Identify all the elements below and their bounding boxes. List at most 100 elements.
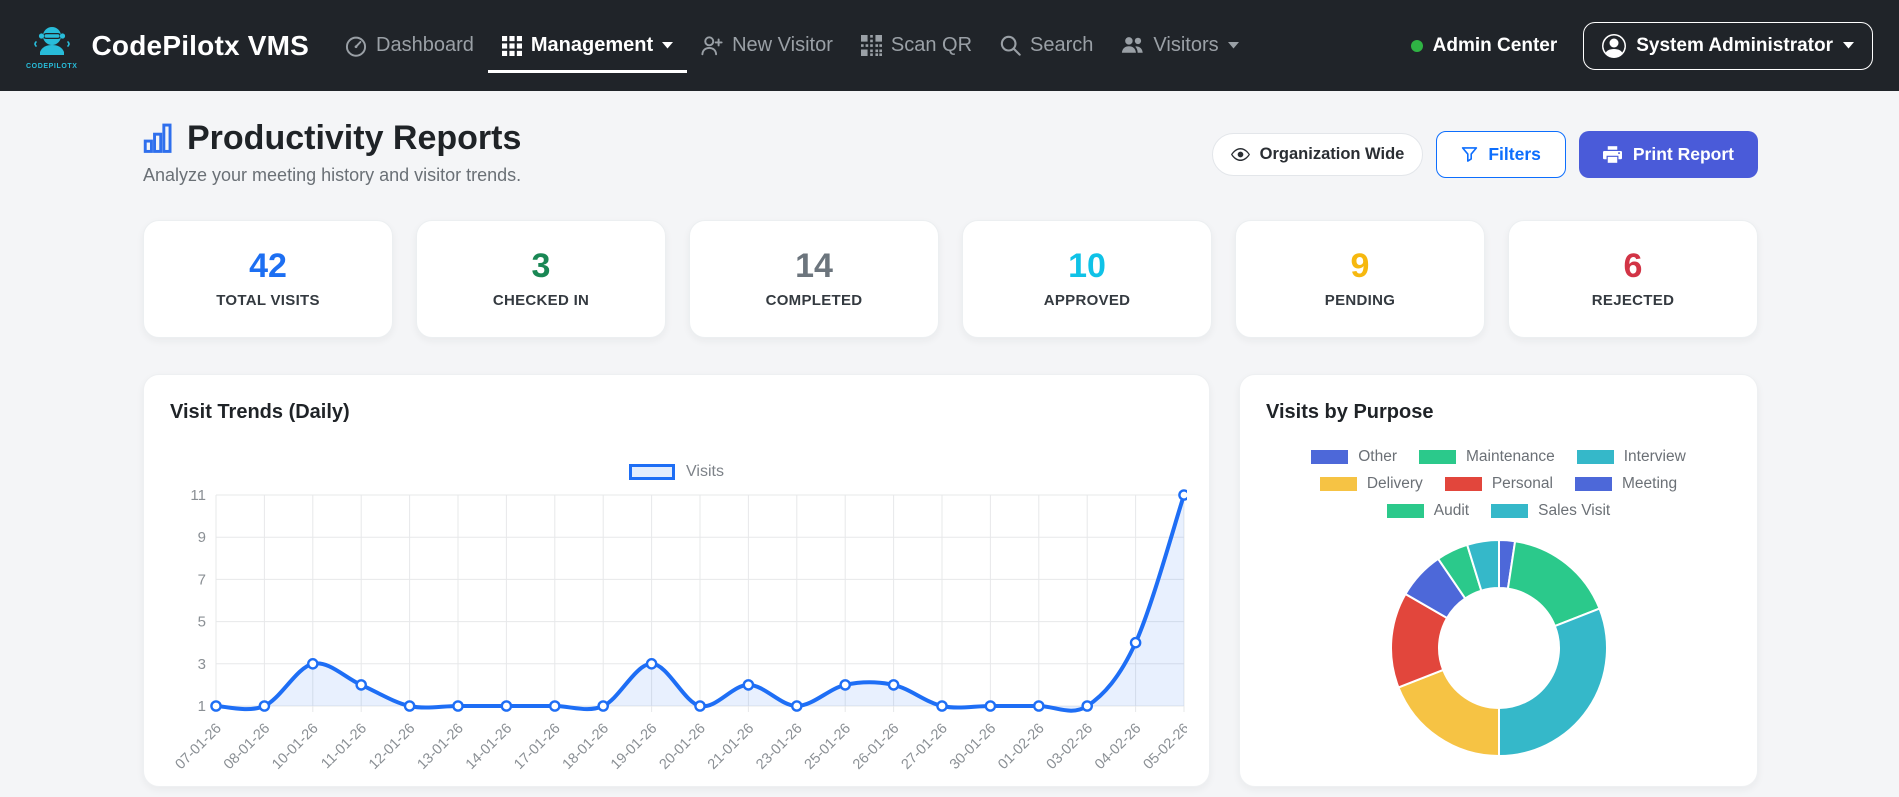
- stat-label: TOTAL VISITS: [216, 292, 320, 309]
- page-title-block: Productivity Reports Analyze your meetin…: [143, 119, 521, 186]
- legend-row: Audit Sales Visit: [1386, 502, 1610, 520]
- user-menu-button[interactable]: System Administrator: [1583, 21, 1873, 70]
- svg-text:3: 3: [198, 656, 206, 673]
- visit-trends-chart: 1 3 5 7 9 11 07-01-26 08-01-26 10-01-26 11-01-26 1…: [168, 483, 1192, 793]
- nav-item-visitors[interactable]: Visitors: [1107, 18, 1252, 73]
- qr-code-icon: [860, 35, 882, 56]
- person-circle-icon: [1602, 33, 1627, 58]
- svg-text:07-01-26: 07-01-26: [172, 721, 224, 773]
- admin-center-label: Admin Center: [1432, 34, 1558, 56]
- legend-item-label: Other: [1358, 448, 1397, 465]
- legend-item-personal[interactable]: Personal: [1444, 475, 1553, 493]
- nav-item-search[interactable]: Search: [986, 18, 1107, 73]
- donut-slice-delivery[interactable]: [1396, 668, 1500, 757]
- svg-text:21-01-26: 21-01-26: [705, 721, 757, 773]
- bar-chart-icon: [143, 123, 174, 154]
- stat-card-completed: 14 COMPLETED: [689, 220, 939, 338]
- page-title: Productivity Reports: [187, 119, 522, 157]
- nav-item-dashboard[interactable]: Dashboard: [331, 18, 488, 73]
- charts-row: Visit Trends (Daily) Visits 1 3 5 7 9 11 07-01…: [143, 374, 1758, 787]
- status-dot-icon: [1410, 39, 1423, 52]
- legend-item-maintenance[interactable]: Maintenance: [1418, 448, 1555, 466]
- stat-value: 9: [1350, 247, 1370, 285]
- codepilotx-logo-icon: CODEPILOTX: [26, 22, 78, 70]
- donut-slice-interview[interactable]: [1497, 607, 1608, 757]
- speedometer-icon: [345, 35, 367, 57]
- svg-text:20-01-26: 20-01-26: [656, 721, 708, 773]
- visits-by-purpose-card: Visits by Purpose Other Maintenance Interv…: [1239, 374, 1758, 787]
- svg-text:26-01-26: 26-01-26: [850, 721, 902, 773]
- stat-value: 14: [795, 247, 833, 285]
- legend-swatch: [1311, 450, 1349, 464]
- legend-item-label: Personal: [1491, 475, 1553, 492]
- svg-text:25-01-26: 25-01-26: [802, 721, 854, 773]
- visits-legend-label: Visits: [686, 463, 724, 480]
- people-icon: [1121, 34, 1144, 57]
- svg-text:11-01-26: 11-01-26: [318, 721, 370, 773]
- svg-text:27-01-26: 27-01-26: [898, 721, 950, 773]
- stat-card-total-visits: 42 TOTAL VISITS: [143, 220, 393, 338]
- person-plus-icon: [701, 35, 723, 57]
- stat-label: APPROVED: [1043, 292, 1131, 309]
- filters-label: Filters: [1488, 144, 1541, 164]
- legend-swatch: [1491, 504, 1529, 518]
- legend-swatch: [1576, 450, 1614, 464]
- search-icon: [1000, 35, 1021, 56]
- legend-item-delivery[interactable]: Delivery: [1319, 475, 1423, 493]
- print-report-button[interactable]: Print Report: [1578, 131, 1758, 178]
- svg-text:05-02-26: 05-02-26: [1140, 721, 1187, 773]
- stat-value: 6: [1623, 247, 1643, 285]
- admin-center-status: Admin Center: [1410, 34, 1558, 57]
- page-header: Productivity Reports Analyze your meetin…: [143, 119, 1758, 186]
- legend-item-label: Meeting: [1622, 475, 1678, 492]
- svg-text:7: 7: [198, 571, 206, 588]
- legend-item-other[interactable]: Other: [1311, 448, 1397, 466]
- print-report-label: Print Report: [1632, 144, 1734, 164]
- organization-wide-label: Organization Wide: [1259, 145, 1405, 163]
- visits-by-purpose-title: Visits by Purpose: [1266, 401, 1434, 423]
- eye-icon: [1230, 145, 1250, 164]
- stat-card-approved: 10 APPROVED: [962, 220, 1212, 338]
- filters-button[interactable]: Filters: [1436, 131, 1566, 178]
- svg-text:23-01-26: 23-01-26: [753, 721, 805, 773]
- svg-text:03-02-26: 03-02-26: [1044, 721, 1096, 773]
- brand[interactable]: CODEPILOTX CodePilotx VMS: [26, 22, 309, 70]
- chevron-down-icon: [662, 42, 674, 49]
- legend-item-label: Delivery: [1366, 475, 1423, 492]
- brand-name: CodePilotx VMS: [91, 29, 310, 61]
- legend-row: Other Maintenance Interview: [1311, 448, 1686, 466]
- legend-swatch: [1418, 450, 1456, 464]
- user-menu-label: System Administrator: [1636, 34, 1833, 56]
- nav-item-label: Management: [530, 34, 654, 56]
- nav-item-label: New Visitor: [732, 34, 833, 56]
- legend-item-interview[interactable]: Interview: [1576, 448, 1686, 466]
- svg-text:01-02-26: 01-02-26: [995, 721, 1047, 773]
- legend-item-audit[interactable]: Audit: [1386, 502, 1469, 520]
- visit-trends-legend[interactable]: Visits: [144, 463, 1209, 481]
- visits-legend-swatch: [629, 464, 676, 480]
- nav-item-management[interactable]: Management: [487, 18, 688, 73]
- svg-text:19-01-26: 19-01-26: [608, 721, 660, 773]
- legend-item-label: Maintenance: [1465, 448, 1555, 465]
- legend-item-meeting[interactable]: Meeting: [1575, 475, 1677, 493]
- grid-icon: [501, 35, 522, 56]
- svg-text:14-01-26: 14-01-26: [463, 721, 515, 773]
- nav-item-label: Dashboard: [376, 34, 474, 56]
- stat-label: REJECTED: [1591, 292, 1675, 309]
- organization-wide-button[interactable]: Organization Wide: [1211, 133, 1424, 176]
- svg-text:17-01-26: 17-01-26: [511, 721, 563, 773]
- nav-item-label: Visitors: [1153, 34, 1219, 56]
- stat-card-rejected: 6 REJECTED: [1508, 220, 1758, 338]
- legend-row: Delivery Personal Meeting: [1319, 475, 1677, 493]
- svg-text:10-01-26: 10-01-26: [269, 721, 321, 773]
- nav-item-new-visitor[interactable]: New Visitor: [687, 18, 847, 73]
- stat-value: 42: [249, 247, 287, 285]
- visits-by-purpose-legend: Other Maintenance Interview Delivery Persona…: [1240, 448, 1757, 520]
- main-content: Productivity Reports Analyze your meetin…: [0, 119, 1899, 787]
- svg-text:5: 5: [198, 614, 206, 631]
- nav-item-scan-qr[interactable]: Scan QR: [847, 18, 986, 73]
- navbar-items: Dashboard Management New Visitor Scan QR Sea…: [331, 18, 1253, 73]
- legend-swatch: [1386, 504, 1424, 518]
- legend-item-sales-visit[interactable]: Sales Visit: [1491, 502, 1610, 520]
- stat-label: COMPLETED: [765, 292, 863, 309]
